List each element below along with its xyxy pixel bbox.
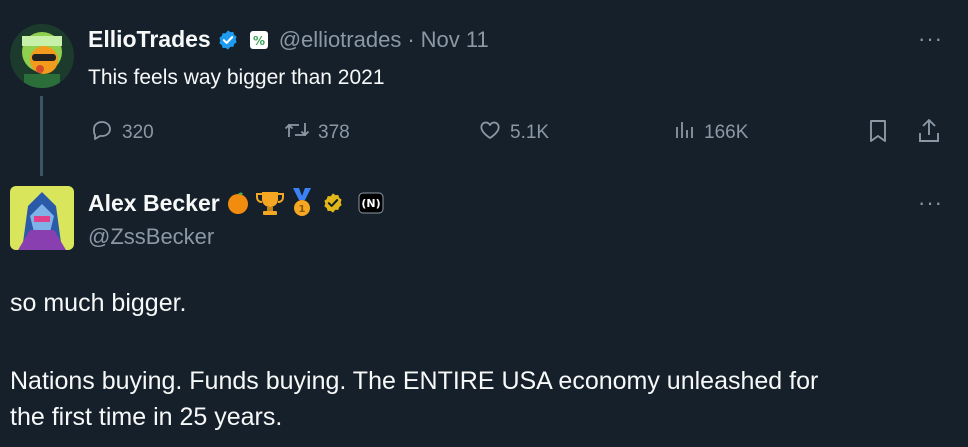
affiliate-badge-icon[interactable]: (N) (358, 192, 384, 214)
tweet2-paragraph-1: so much bigger. (10, 289, 187, 317)
more-icon[interactable]: ··· (918, 190, 943, 216)
bookmark-icon[interactable] (866, 118, 890, 149)
more-icon[interactable]: ··· (918, 26, 943, 52)
like-icon (478, 118, 502, 148)
svg-text:1: 1 (298, 204, 305, 215)
like-count: 5.1K (510, 122, 550, 143)
verified-icon (322, 192, 344, 214)
share-icon[interactable] (916, 117, 942, 150)
views-button[interactable]: 166K (672, 118, 748, 148)
avatar-zssbecker[interactable] (10, 186, 74, 250)
views-count: 166K (704, 122, 749, 143)
svg-text:%: % (253, 34, 265, 48)
reply-button[interactable]: 320 (90, 118, 154, 148)
reply-count: 320 (122, 122, 154, 143)
tweet2-paragraph-2-line-1: Nations buying. Funds buying. The ENTIRE… (10, 367, 819, 395)
avatar-elliotrades[interactable] (10, 24, 74, 88)
affiliate-badge-icon[interactable]: % (249, 30, 269, 50)
medal-emoji-icon: 1 (290, 188, 314, 218)
thread-connector-line (40, 96, 43, 176)
reply-icon (90, 118, 114, 148)
verified-icon (217, 29, 239, 51)
like-button[interactable]: 5.1K (478, 118, 549, 148)
retweet-button[interactable]: 378 (284, 118, 350, 148)
tweet1-header: EllioTrades % @elliotrades · Nov 11 (88, 26, 489, 53)
retweet-icon (284, 118, 310, 148)
svg-text:(N): (N) (361, 197, 380, 210)
tweet1-text: This feels way bigger than 2021 (88, 66, 385, 89)
tweet2-author-name[interactable]: Alex Becker (88, 190, 220, 217)
tweet2-header: Alex Becker 1 (N) (88, 188, 384, 218)
retweet-count: 378 (318, 122, 350, 143)
tweet1-handle[interactable]: @elliotrades (279, 27, 402, 53)
orange-emoji-icon (226, 191, 250, 215)
tweet2-handle[interactable]: @ZssBecker (88, 224, 214, 250)
tweet2-paragraph-2-line-2: the first time in 25 years. (10, 403, 283, 431)
trophy-emoji-icon (255, 190, 284, 216)
separator-dot: · (407, 26, 415, 52)
tweet1-author-name[interactable]: EllioTrades (88, 26, 211, 53)
views-icon (672, 118, 696, 148)
tweet1-date[interactable]: Nov 11 (421, 27, 489, 53)
